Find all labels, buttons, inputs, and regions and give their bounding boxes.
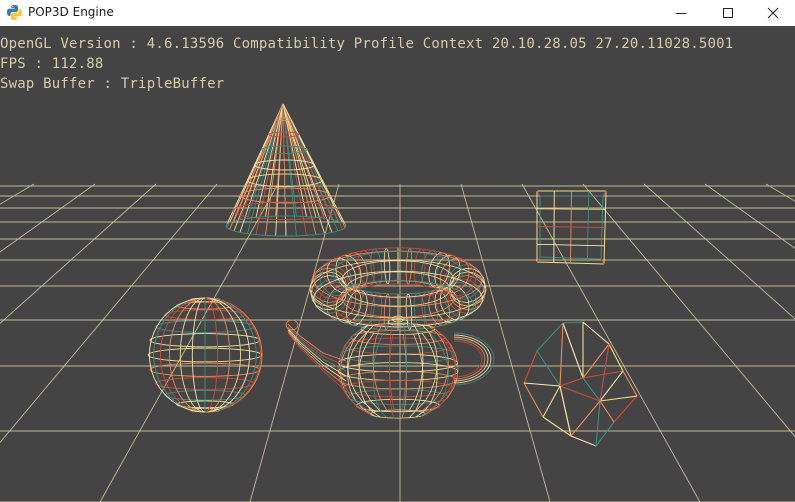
maximize-button[interactable] [705,0,750,26]
minimize-button[interactable] [658,0,703,26]
swap-buffer-text: Swap Buffer : TripleBuffer [0,76,225,92]
wireframe-teapot [285,315,495,419]
close-button[interactable] [750,0,795,26]
maximize-icon [722,8,733,18]
wireframe-icosahedron [523,321,638,447]
wireframe-sphere [147,297,263,413]
wireframe-cone [225,103,347,237]
python-logo-icon [6,4,23,21]
wireframe-cube [536,190,607,265]
scene-canvas [0,103,795,502]
render-viewport[interactable]: OpenGL Version : 4.6.13596 Compatibility… [0,26,795,502]
window-title: POP3D Engine [28,5,114,19]
ground-grid [0,183,795,502]
opengl-version-text: OpenGL Version : 4.6.13596 Compatibility… [0,36,734,52]
minimize-icon [675,13,686,14]
close-icon [767,7,778,19]
fps-text: FPS : 112.88 [0,56,104,72]
window-titlebar[interactable]: POP3D Engine [0,0,795,26]
wireframe-torus [309,247,487,331]
